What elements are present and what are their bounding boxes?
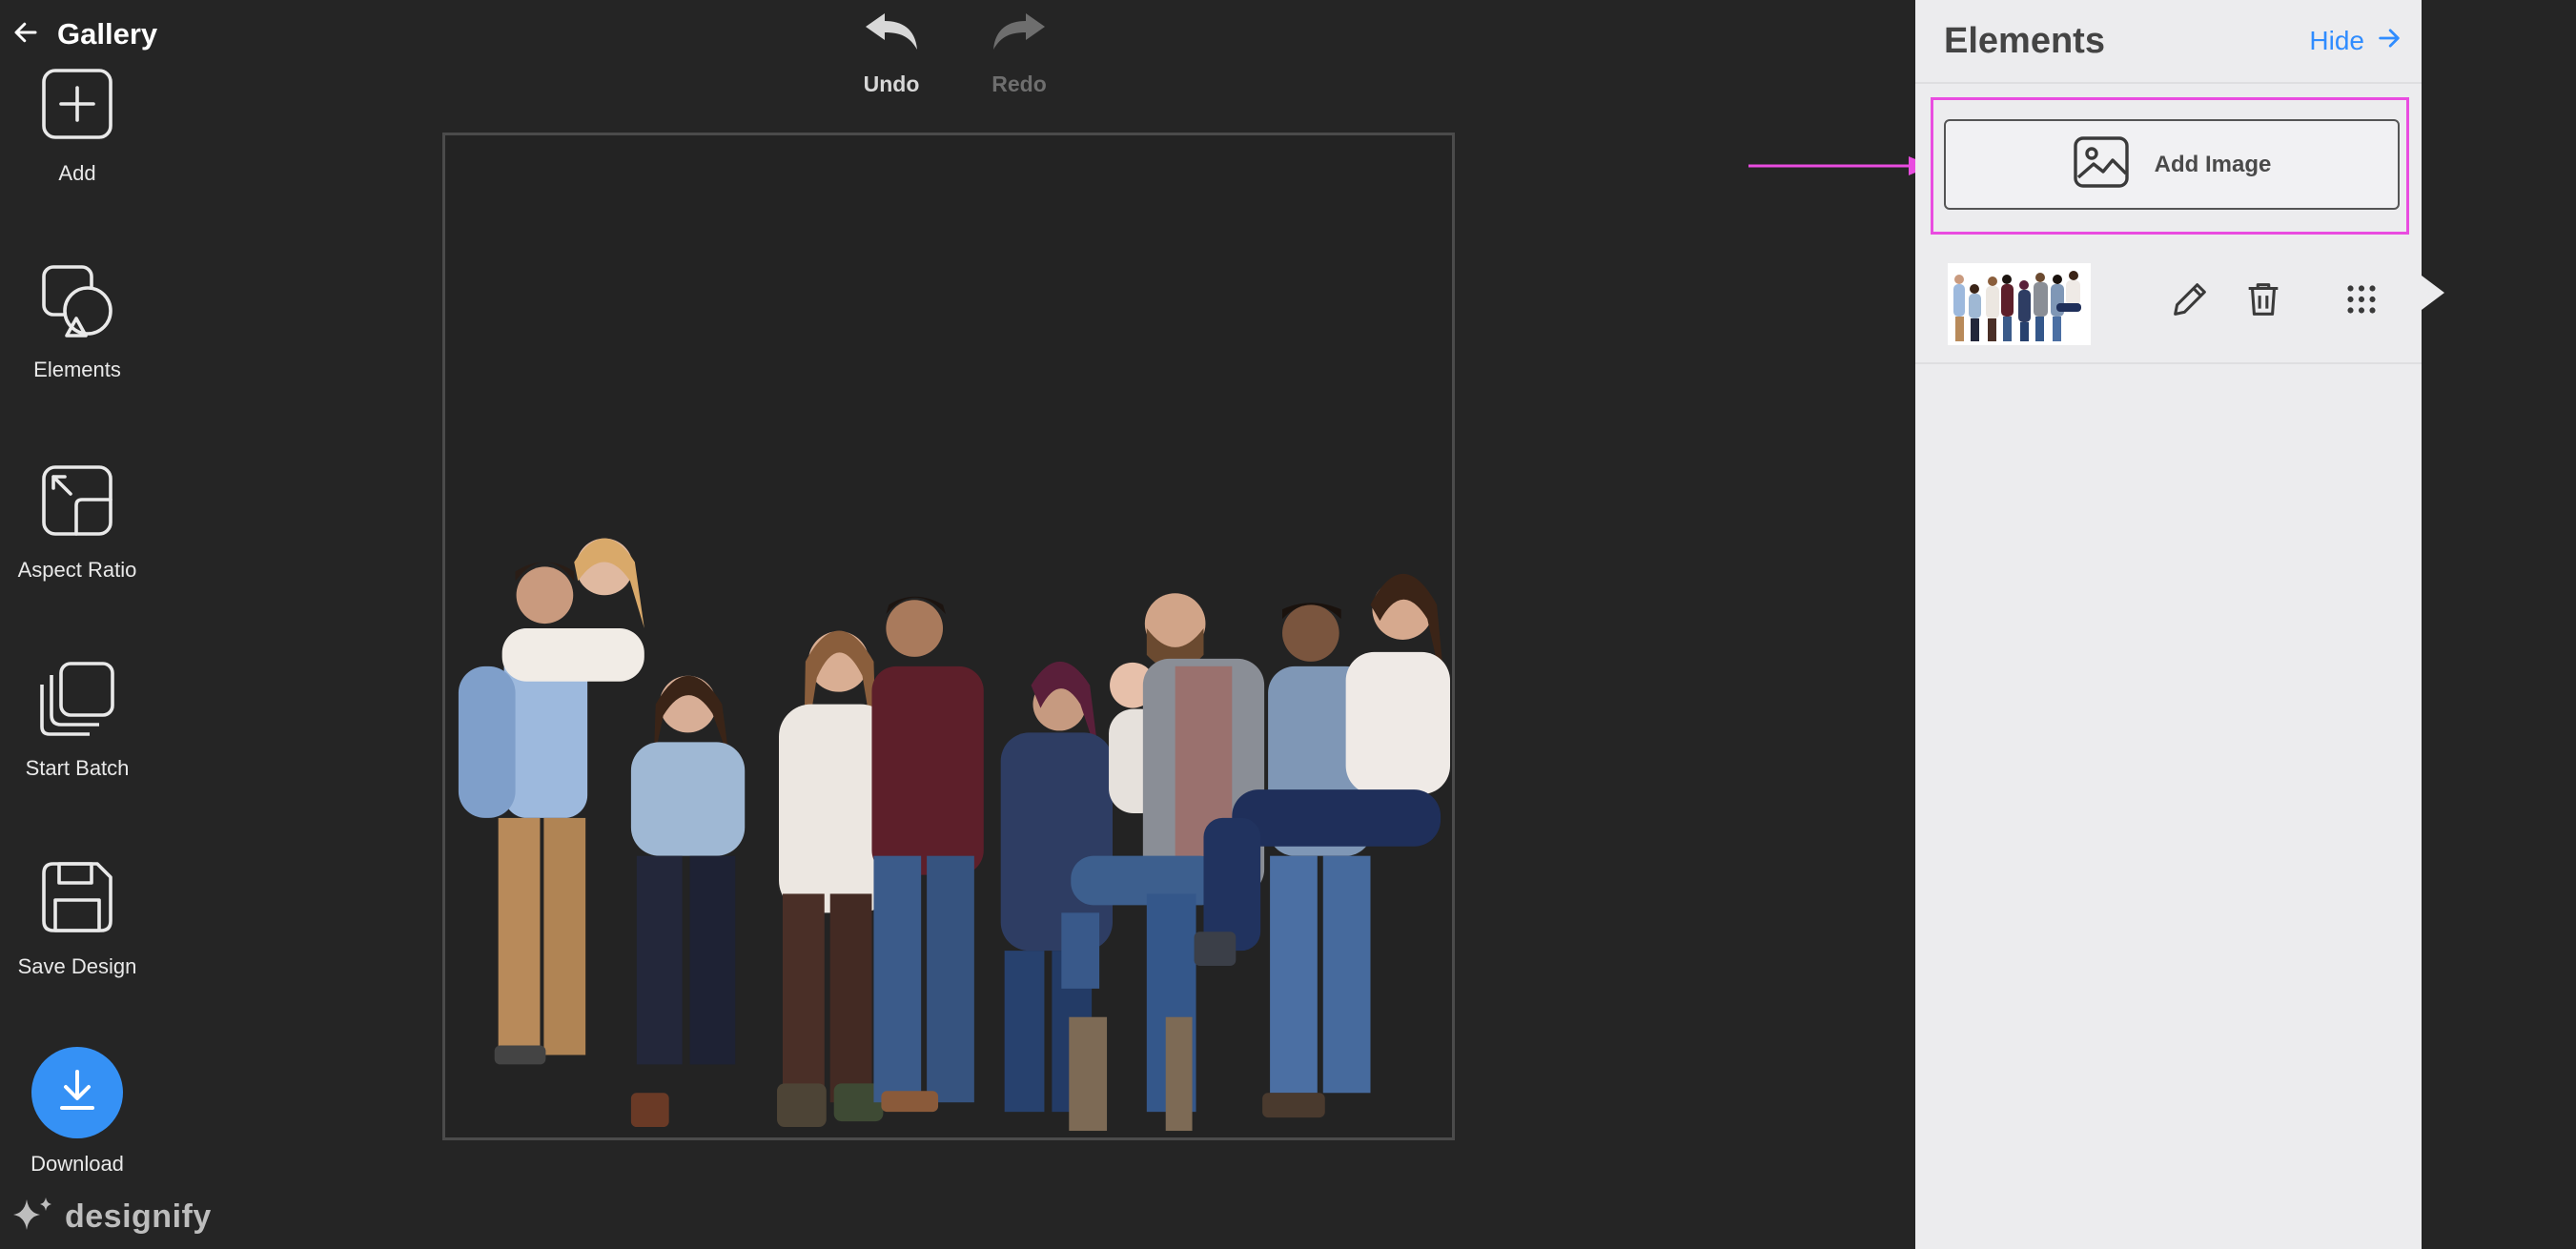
element-thumbnail[interactable] — [1948, 263, 2091, 345]
tool-add[interactable]: Add — [0, 65, 154, 186]
tool-start-batch[interactable]: Start Batch — [0, 660, 154, 781]
redo-button[interactable]: Redo — [986, 11, 1053, 97]
arrow-right-icon — [2376, 25, 2402, 58]
panel-header: Elements Hide — [1915, 0, 2422, 84]
image-icon — [2073, 135, 2130, 194]
tree-stump — [1165, 1016, 1193, 1132]
stack-icon — [38, 660, 116, 743]
tool-aspect-ratio[interactable]: Aspect Ratio — [0, 461, 154, 583]
undo-icon — [864, 11, 919, 58]
group-photo[interactable] — [445, 135, 1452, 1137]
drag-handle-icon — [2340, 277, 2383, 326]
shapes-icon — [38, 261, 116, 344]
back-link-label: Gallery — [57, 17, 158, 51]
undo-button[interactable]: Undo — [858, 11, 925, 97]
pencil-icon — [2168, 277, 2212, 326]
trash-icon — [2241, 277, 2285, 326]
history-controls: Undo Redo — [858, 11, 1053, 97]
tool-save-design-label: Save Design — [17, 954, 137, 978]
arrow-left-icon — [11, 18, 40, 51]
add-image-label: Add Image — [2154, 151, 2272, 177]
active-tool-indicator — [2422, 276, 2444, 310]
delete-element-button[interactable] — [2239, 276, 2288, 326]
aspect-ratio-icon — [38, 461, 116, 544]
tool-elements[interactable]: Elements — [0, 261, 154, 382]
person-5 — [871, 596, 984, 1113]
back-to-gallery-link[interactable]: Gallery — [11, 17, 157, 51]
tool-start-batch-label: Start Batch — [25, 756, 130, 780]
right-toolbar — [2422, 0, 2576, 1249]
brand-name: designify — [65, 1198, 212, 1235]
tool-download[interactable]: Download — [0, 1047, 154, 1177]
tree-stump — [1069, 1016, 1108, 1132]
tool-save-design[interactable]: Save Design — [0, 858, 154, 979]
plus-square-icon — [38, 65, 116, 148]
download-icon — [52, 1066, 102, 1120]
floppy-disk-icon — [38, 858, 116, 941]
person-3 — [630, 675, 746, 1128]
redo-label: Redo — [992, 72, 1047, 96]
panel-title: Elements — [1944, 20, 2105, 61]
undo-label: Undo — [863, 72, 920, 96]
edit-element-button[interactable] — [2165, 276, 2215, 326]
add-image-button[interactable]: Add Image — [1944, 119, 2400, 210]
design-canvas[interactable] — [442, 133, 1455, 1140]
tool-download-label: Download — [31, 1152, 124, 1176]
drag-handle[interactable] — [2337, 276, 2386, 326]
elements-panel: Elements Hide Add Image — [1915, 0, 2422, 1249]
tool-aspect-ratio-label: Aspect Ratio — [17, 558, 137, 582]
hide-label: Hide — [2309, 26, 2364, 55]
brand-logo: designify — [10, 1194, 212, 1240]
tool-elements-label: Elements — [33, 358, 121, 381]
sparkle-icon — [10, 1194, 55, 1240]
tool-add-label: Add — [58, 161, 96, 185]
redo-icon — [992, 11, 1047, 58]
hide-panel-button[interactable]: Hide — [2309, 25, 2402, 58]
element-list-item[interactable] — [1915, 250, 2422, 364]
download-button[interactable] — [31, 1047, 123, 1138]
annotation-arrow — [1748, 156, 1932, 175]
